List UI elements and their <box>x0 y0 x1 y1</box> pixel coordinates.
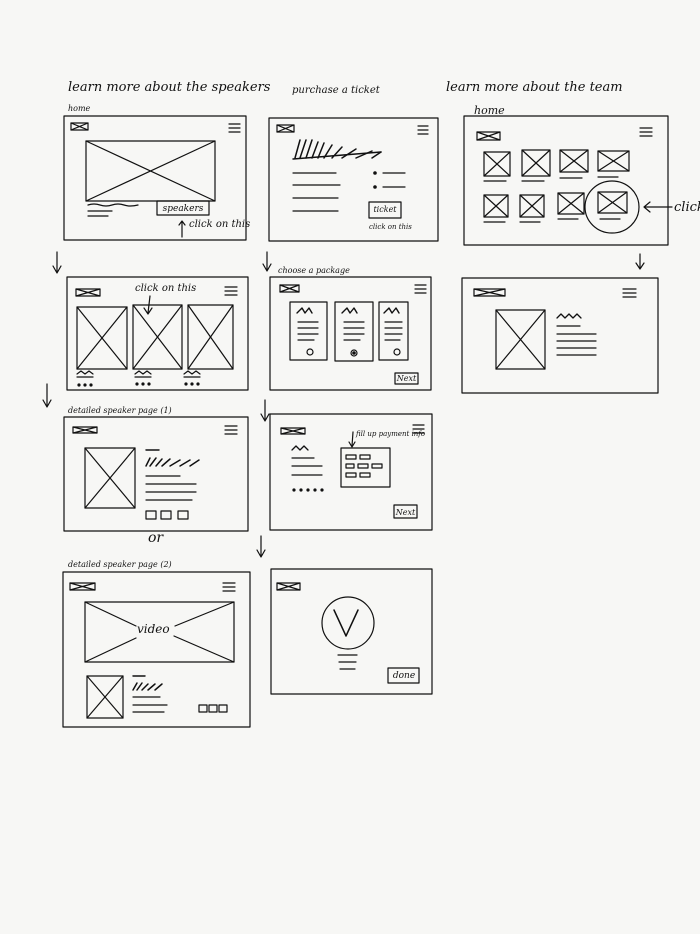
next-button <box>394 372 419 385</box>
frame-team-home <box>463 115 673 246</box>
wireframe-sketch <box>42 115 673 728</box>
menu-icon <box>622 288 637 298</box>
menu-icon <box>412 424 425 434</box>
menu-icon <box>414 284 427 294</box>
frame-speakers-list <box>66 276 249 391</box>
menu-icon <box>222 582 236 592</box>
menu-icon <box>224 425 238 435</box>
success-check-icon <box>321 596 375 650</box>
flow-arrow <box>635 253 645 270</box>
flow-arrow <box>52 251 62 274</box>
frame-ticket-home <box>268 117 439 242</box>
speakers-button <box>156 200 210 216</box>
package-cards <box>289 301 409 362</box>
flow-arrow <box>42 383 52 408</box>
frame-speaker-detail-1 <box>63 416 249 532</box>
frame-speaker-detail-2 <box>62 571 251 728</box>
flow-arrow <box>256 535 266 558</box>
frame-payment-info <box>269 413 433 531</box>
video-placeholder <box>84 601 235 663</box>
frame-team-detail <box>461 277 659 394</box>
hero-image-placeholder <box>85 140 216 202</box>
next-button <box>393 504 418 519</box>
frame-choose-package <box>269 276 432 391</box>
team-member-thumbnails <box>483 149 630 223</box>
done-button <box>387 667 420 684</box>
highlight-circle <box>584 180 640 234</box>
menu-icon <box>639 127 653 137</box>
menu-icon <box>228 123 241 133</box>
flow-arrow <box>262 251 272 272</box>
frame-confirmation <box>270 568 433 695</box>
speaker-cards <box>76 304 234 370</box>
ticket-button <box>368 201 402 219</box>
menu-icon <box>224 286 238 296</box>
flow-arrow <box>260 399 270 422</box>
menu-icon <box>417 125 429 135</box>
frame-home-speakers <box>63 115 247 241</box>
